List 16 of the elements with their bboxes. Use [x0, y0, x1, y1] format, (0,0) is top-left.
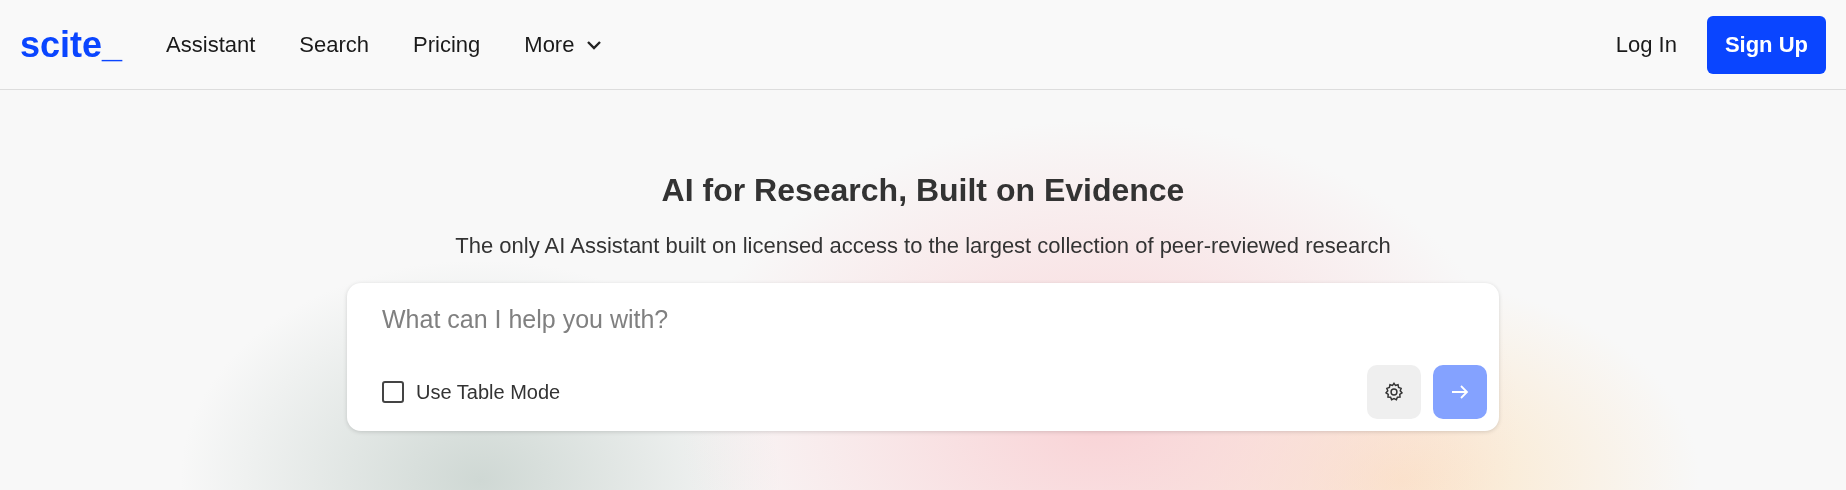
nav-link[interactable]: Pricing	[413, 31, 481, 58]
chevron-down-icon	[586, 39, 603, 50]
hero-title: AI for Research, Built on Evidence	[661, 172, 1185, 209]
hero-subtitle: The only AI Assistant built on licensed access to the largest collection of peer-reviewed research	[455, 233, 1391, 259]
signup-button[interactable]: Sign Up	[1706, 15, 1826, 74]
nav-link[interactable]: Search	[299, 31, 370, 58]
settings-button[interactable]	[1367, 365, 1421, 419]
arrow-right-icon	[1450, 384, 1470, 400]
login-link[interactable]: Log In	[1615, 31, 1677, 58]
checkbox[interactable]	[382, 381, 404, 403]
gear-icon	[1383, 381, 1405, 403]
checkbox-label: Use Table Mode	[416, 380, 561, 404]
prompt-input[interactable]: What can I help you with?	[382, 305, 1487, 334]
nav-link[interactable]: More	[524, 31, 603, 58]
logo[interactable]: scite_	[20, 23, 123, 66]
nav-link[interactable]: Assistant	[166, 31, 256, 58]
